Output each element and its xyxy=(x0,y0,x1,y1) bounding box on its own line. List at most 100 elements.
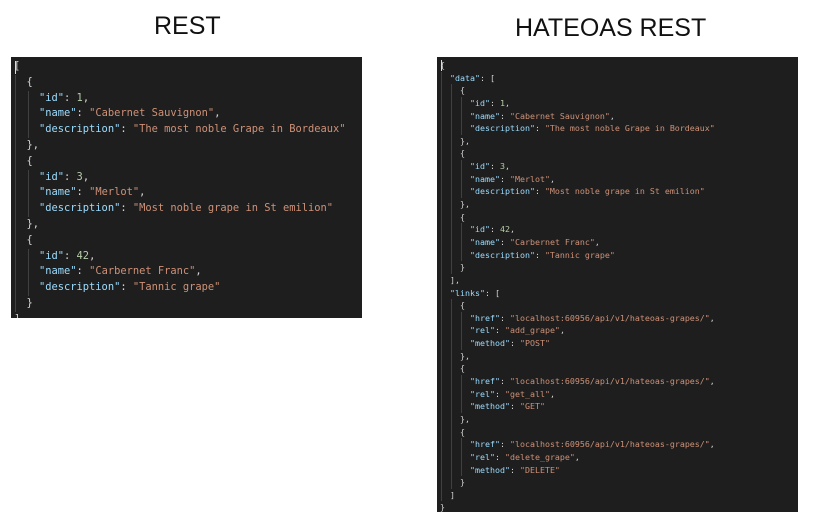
json-string: "GET" xyxy=(519,401,545,412)
json-bracket: { xyxy=(460,426,465,437)
indent-guide xyxy=(441,400,442,413)
hateoas-json-panel: {"data": [{"id": 1, "name": "Cabernet Sau… xyxy=(437,57,798,512)
code-line: "id": 42, xyxy=(14,248,346,265)
indent-guide xyxy=(441,109,442,123)
indent-guide xyxy=(27,106,29,123)
json-string: "localhost:60956/api/v1/hateoas-grapes/" xyxy=(509,376,710,387)
indent-guide xyxy=(451,337,452,350)
json-bracket: { xyxy=(26,154,33,167)
json-punctuation: : xyxy=(64,249,77,262)
json-string: "The most noble Grape in Bordeaux" xyxy=(132,123,346,136)
json-bracket: }, xyxy=(460,199,470,210)
indent-guide xyxy=(441,210,442,224)
indent-guide xyxy=(451,147,452,161)
code-line: { xyxy=(440,299,715,312)
json-key: "name" xyxy=(470,110,500,121)
json-bracket: }, xyxy=(460,413,470,424)
json-key: "description" xyxy=(39,281,121,294)
json-punctuation: : xyxy=(484,287,495,298)
json-punctuation: : xyxy=(534,123,545,134)
indent-guide xyxy=(27,280,29,296)
json-bracket: }, xyxy=(26,138,40,151)
json-key: "href" xyxy=(470,439,500,450)
code-line: "rel": "delete_grape", xyxy=(440,450,715,464)
json-key: "description" xyxy=(470,186,535,197)
indent-guide xyxy=(441,71,442,85)
indent-guide xyxy=(461,185,462,199)
indent-guide xyxy=(451,450,452,464)
code-line: { xyxy=(14,153,346,170)
code-line: "method": "GET" xyxy=(440,400,715,413)
json-string: "get_all" xyxy=(504,388,550,399)
json-string: "add_grape" xyxy=(504,325,560,336)
indent-guide xyxy=(441,463,442,477)
indent-guide xyxy=(441,299,442,312)
indent-guide xyxy=(15,90,16,107)
indent-guide xyxy=(441,337,442,350)
code-line: "id": 1, xyxy=(14,90,346,107)
code-line: "description": "The most noble Grape in … xyxy=(440,122,715,135)
json-punctuation: , xyxy=(594,236,600,247)
json-string: "Carbernet Franc" xyxy=(89,265,196,278)
json-key: "description" xyxy=(470,249,535,260)
indent-guide xyxy=(441,248,442,262)
code-line: "description": "The most noble Grape in … xyxy=(14,122,346,138)
indent-guide xyxy=(441,375,442,388)
json-punctuation: : xyxy=(499,236,510,247)
indent-guide xyxy=(451,248,452,262)
indent-guide xyxy=(441,412,442,426)
indent-guide xyxy=(27,169,29,186)
indent-guide xyxy=(27,201,29,217)
json-punctuation: : xyxy=(499,439,510,450)
json-punctuation: , xyxy=(559,325,565,336)
code-line: "name": "Cabernet Sauvignon", xyxy=(14,106,346,123)
json-bracket: }, xyxy=(460,135,470,146)
indent-guide xyxy=(441,261,442,274)
indent-guide xyxy=(451,122,452,135)
json-string: "delete_grape" xyxy=(504,451,575,462)
code-line: "name": "Carbernet Franc", xyxy=(440,235,715,249)
indent-guide xyxy=(451,476,452,489)
json-key: "description" xyxy=(470,123,535,134)
json-key: "name" xyxy=(39,186,77,199)
json-key: "href" xyxy=(470,376,500,387)
indent-guide xyxy=(441,362,442,376)
json-punctuation: , xyxy=(574,451,580,462)
json-string: "Merlot" xyxy=(509,173,550,184)
json-key: "links" xyxy=(450,287,485,298)
indent-guide xyxy=(441,185,442,199)
json-punctuation: , xyxy=(709,376,715,387)
indent-guide xyxy=(441,438,442,451)
indent-guide xyxy=(441,488,442,502)
indent-guide xyxy=(15,248,16,265)
indent-guide xyxy=(15,74,16,91)
indent-guide xyxy=(27,248,29,265)
json-number: 42 xyxy=(499,224,510,235)
indent-guide xyxy=(441,134,442,148)
rest-json-panel: [{"id": 1, "name": "Cabernet Sauvignon", "… xyxy=(11,57,362,318)
json-punctuation: , xyxy=(509,224,515,235)
indent-guide xyxy=(27,122,29,138)
indent-guide xyxy=(15,153,16,170)
indent-guide xyxy=(27,185,29,202)
json-punctuation: : xyxy=(479,72,490,83)
indent-guide xyxy=(451,109,452,123)
json-string: "Carbernet Franc" xyxy=(509,236,595,247)
indent-guide xyxy=(451,400,452,413)
indent-guide xyxy=(15,201,16,217)
json-string: "Most noble grape in St emilion" xyxy=(132,202,334,215)
indent-guide xyxy=(441,387,442,401)
indent-guide xyxy=(461,160,462,173)
json-punctuation: , xyxy=(82,170,90,183)
indent-guide xyxy=(451,349,452,363)
json-punctuation: : xyxy=(76,107,90,120)
code-line: "description": "Tannic grape" xyxy=(440,248,715,262)
code-line: } xyxy=(440,476,715,489)
indent-guide xyxy=(461,337,462,350)
json-punctuation: : xyxy=(509,464,520,475)
code-line: } xyxy=(440,261,715,274)
indent-guide xyxy=(451,463,452,477)
json-bracket: } xyxy=(26,296,33,309)
json-bracket: { xyxy=(460,363,465,374)
indent-guide xyxy=(451,96,452,110)
